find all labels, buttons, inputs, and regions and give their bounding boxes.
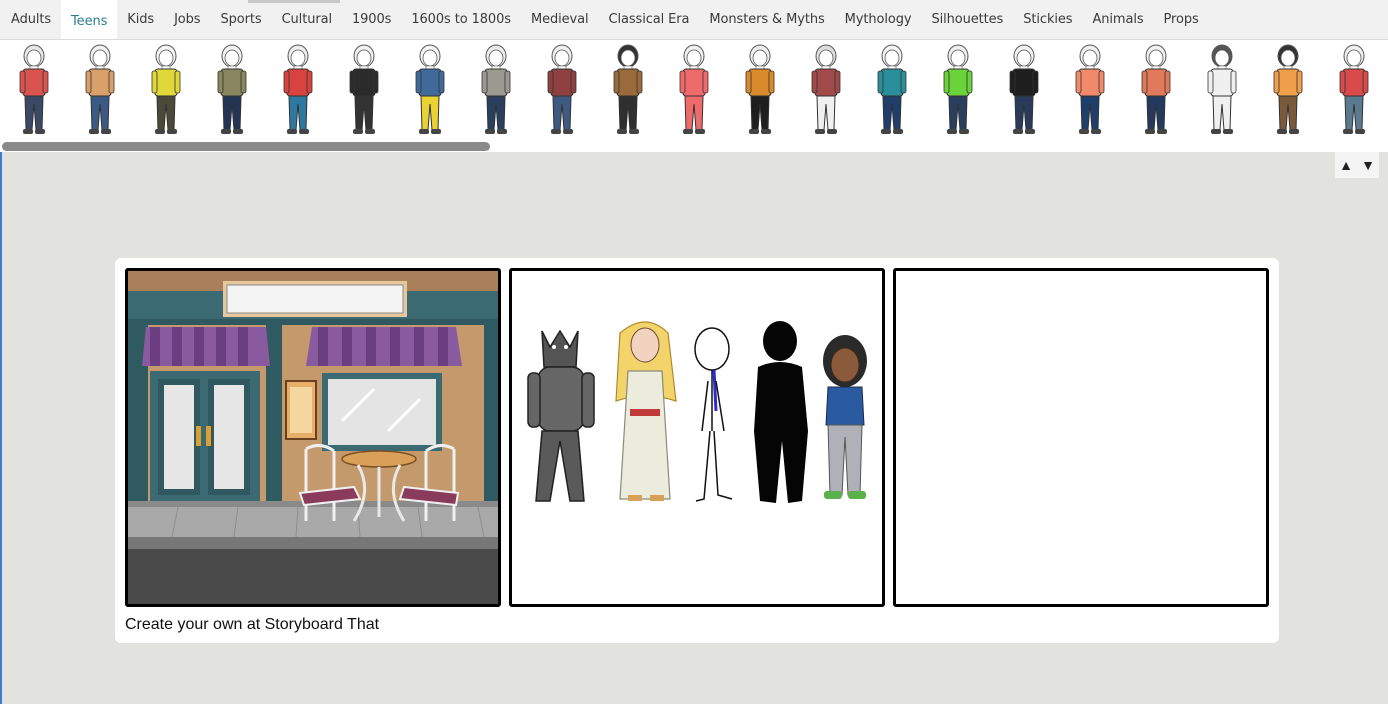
character-thumbnail[interactable] [280,44,316,136]
werewolf-character [527,329,595,502]
row-arrows: ▲ ▼ [1335,152,1379,178]
character-thumbnail[interactable] [478,44,514,136]
tab-kids[interactable]: Kids [117,0,164,39]
tab-animals[interactable]: Animals [1082,0,1153,39]
tab-props[interactable]: Props [1154,0,1209,39]
silhouette-character [754,321,808,503]
character-strip-scrollbar-thumb[interactable] [2,142,490,151]
tab-adults[interactable]: Adults [1,0,61,39]
girl-character [823,335,867,499]
character-thumbnail[interactable] [214,44,250,136]
character-thumbnail[interactable] [346,44,382,136]
character-thumbnail[interactable] [1204,44,1240,136]
character-thumbnail[interactable] [676,44,712,136]
character-thumbnail[interactable] [148,44,184,136]
character-thumbnail[interactable] [1336,44,1372,136]
cafe-storefront-scene [128,271,498,604]
cell-characters [527,321,867,503]
tab-mythology[interactable]: Mythology [835,0,922,39]
character-thumbnail[interactable] [742,44,778,136]
character-thumbnail[interactable] [1072,44,1108,136]
princess-character [615,321,677,501]
stick-figure-character [694,327,733,502]
character-category-tabs: Adults Teens Kids Jobs Sports Cultural 1900s 16… [0,0,1388,40]
character-thumbnail[interactable] [1138,44,1174,136]
tab-sports[interactable]: Sports [210,0,271,39]
tab-cultural[interactable]: Cultural [272,0,342,39]
character-thumbnail[interactable] [544,44,580,136]
move-up-button[interactable]: ▲ [1336,157,1356,173]
tab-teens[interactable]: Teens [61,0,118,39]
character-thumbnail[interactable] [610,44,646,136]
storyboard-cell-2[interactable] [509,268,885,607]
tab-silhouettes[interactable]: Silhouettes [921,0,1013,39]
storyboard-cell-3[interactable] [893,268,1269,607]
storyboard-credit-text: Create your own at Storyboard That [125,616,380,633]
move-down-button[interactable]: ▼ [1358,157,1378,173]
tab-hover-indicator [248,0,340,3]
character-thumbnail[interactable] [940,44,976,136]
tab-1900s[interactable]: 1900s [342,0,401,39]
character-thumbnail[interactable] [412,44,448,136]
character-library-strip [0,40,1388,152]
character-thumbnail[interactable] [82,44,118,136]
character-thumbnail[interactable] [808,44,844,136]
character-thumbnail[interactable] [874,44,910,136]
tab-1600s-to-1800s[interactable]: 1600s to 1800s [401,0,521,39]
tab-stickies[interactable]: Stickies [1013,0,1082,39]
storyboard-canvas: Create your own at Storyboard That [115,258,1279,643]
character-thumbnail[interactable] [1006,44,1042,136]
tab-monsters-myths[interactable]: Monsters & Myths [699,0,834,39]
tab-jobs[interactable]: Jobs [164,0,210,39]
character-thumbnail[interactable] [1270,44,1306,136]
tab-medieval[interactable]: Medieval [521,0,599,39]
storyboard-cell-1[interactable] [125,268,501,607]
character-thumbnail[interactable] [16,44,52,136]
tab-classical-era[interactable]: Classical Era [599,0,700,39]
